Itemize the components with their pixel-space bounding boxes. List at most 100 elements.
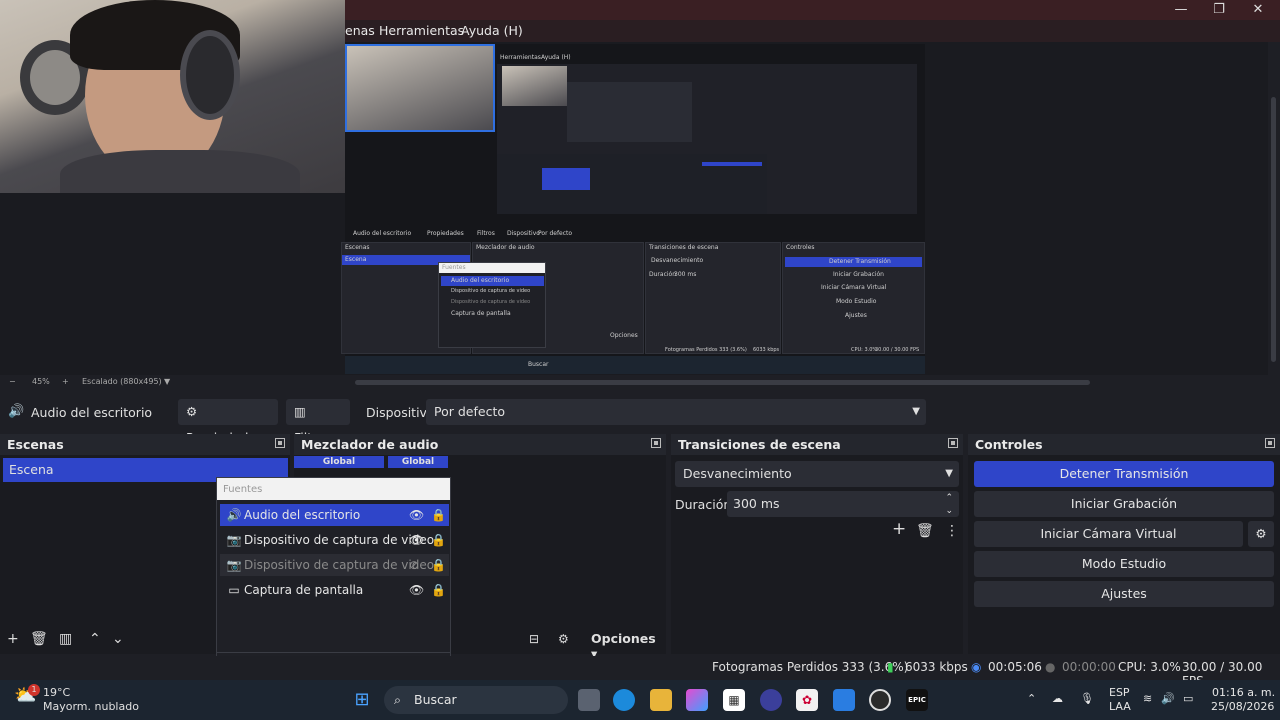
source-item[interactable]: 📷 Dispositivo de captura de video ⊘ 🔒 [220, 554, 449, 576]
properties-button[interactable]: ⚙ Propiedades [178, 399, 278, 445]
wifi-icon[interactable]: ≋ [1143, 692, 1152, 705]
language-bottom[interactable]: LAA [1109, 700, 1131, 713]
context-source-name: Audio del escritorio [31, 405, 153, 420]
add-transition-icon[interactable]: + [892, 521, 906, 538]
gear-icon: ⚙ [186, 404, 198, 419]
transitions-title: Transiciones de escena [678, 437, 841, 452]
source-item[interactable]: ▭ Captura de pantalla 👁 🔒 [220, 579, 449, 601]
close-button[interactable]: ✕ [1243, 1, 1273, 19]
source-item[interactable]: 📷 Dispositivo de captura de video 👁 🔒 [220, 529, 449, 551]
lock-icon[interactable]: 🔒 [431, 579, 446, 601]
person-shirt [60, 150, 300, 193]
proton-vpn-icon[interactable] [760, 689, 782, 711]
copilot-icon[interactable] [686, 689, 708, 711]
windows-start-icon[interactable]: ⊞ [351, 689, 373, 711]
eye-icon[interactable]: 👁 [409, 579, 424, 601]
nested-device-value: Por defecto [538, 230, 573, 237]
settings-button[interactable]: Ajustes [974, 581, 1274, 607]
store-icon[interactable]: ▦ [723, 689, 745, 711]
monitor-icon: ▭ [228, 583, 240, 597]
add-scene-icon[interactable]: + [7, 631, 19, 647]
lock-icon[interactable]: 🔒 [431, 504, 446, 526]
chevron-down-icon: ▼ [912, 406, 920, 417]
source-item[interactable]: 🔊 Audio del escritorio 👁 🔒 [220, 504, 449, 526]
filters-button[interactable]: ▥ Filtros [286, 399, 350, 445]
stream-time: 00:05:06 [988, 660, 1042, 674]
nested-scenes-title: Escenas [345, 244, 370, 251]
preview-horizontal-scrollbar[interactable] [355, 380, 1090, 385]
speaker-icon: 🔊 [8, 404, 25, 419]
undock-icon[interactable] [1265, 438, 1275, 448]
device-label: Dispositivo [366, 405, 435, 420]
menu-tools[interactable]: Herramientas [379, 23, 464, 38]
nested-duration: Duración [649, 271, 677, 278]
scaling-label[interactable]: Escalado (880x495) [82, 377, 162, 386]
file-explorer-icon[interactable] [650, 689, 672, 711]
more-options-icon[interactable]: ⋮ [945, 523, 959, 539]
settings-app-icon[interactable]: ✿ [796, 689, 818, 711]
menu-help[interactable]: Ayuda (H) [461, 23, 523, 38]
options-label: Opciones [591, 631, 656, 646]
mixer-channel-label: Global [388, 456, 448, 468]
eye-icon[interactable]: 👁 [409, 529, 424, 551]
nested-src-2: Dispositivo de captura de video [451, 288, 531, 294]
lock-icon[interactable]: 🔒 [431, 529, 446, 551]
undock-icon[interactable] [275, 438, 285, 448]
task-view-icon[interactable] [578, 689, 600, 711]
volume-icon[interactable]: 🔊 [1161, 692, 1175, 705]
scene-filter-icon[interactable]: ▥ [59, 631, 72, 647]
taskbar-search[interactable]: ⌕ Buscar [384, 686, 568, 714]
start-recording-button[interactable]: Iniciar Grabación [974, 491, 1274, 517]
nested-inner-sources [542, 168, 590, 190]
transition-select[interactable]: Desvanecimiento ▼ [675, 461, 959, 487]
device-select[interactable]: Por defecto ▼ [426, 399, 926, 425]
maximize-button[interactable]: ❐ [1204, 1, 1234, 19]
nested-controls-title: Controles [786, 244, 815, 251]
nested-src-4: Captura de pantalla [451, 310, 511, 317]
eye-icon[interactable]: 👁 [409, 504, 424, 526]
studio-mode-button[interactable]: Modo Estudio [974, 551, 1274, 577]
nested-menu-help: Ayuda (H) [541, 54, 571, 61]
search-label: Buscar [414, 692, 457, 707]
zoom-out-button[interactable]: − [9, 377, 16, 386]
stop-stream-button[interactable]: Detener Transmisión [974, 461, 1274, 487]
tray-expand-icon[interactable]: ⌃ [1027, 692, 1036, 705]
virtual-camera-settings-icon[interactable]: ⚙ [1248, 521, 1274, 547]
start-virtual-camera-button[interactable]: Iniciar Cámara Virtual [974, 521, 1243, 547]
source-label: Captura de pantalla [244, 583, 364, 597]
nested-cpu: CPU: 3.0% [851, 347, 878, 353]
stepper-down-icon[interactable]: ⌄ [945, 498, 953, 524]
obs-icon[interactable] [869, 689, 891, 711]
scaling-dropdown-icon[interactable]: ▼ [164, 377, 170, 386]
nested-menu-tools: Herramientas [500, 54, 541, 61]
trash-icon[interactable]: 🗑 [916, 523, 934, 539]
clock-date[interactable]: 25/08/2026 [1211, 700, 1274, 713]
eye-hidden-icon[interactable]: ⊘ [409, 554, 419, 576]
menu-scenes[interactable]: enas [345, 23, 375, 38]
zoom-level: 45% [32, 377, 50, 386]
layout-icon[interactable]: ⊟ [529, 631, 539, 647]
lock-icon[interactable]: 🔒 [431, 554, 446, 576]
clock-time[interactable]: 01:16 a. m. [1212, 686, 1275, 699]
context-bar: 🔊 Audio del escritorio ⚙ Propiedades ▥ F… [0, 396, 1280, 445]
transitions-dock: Transiciones de escena Desvanecimiento ▼… [671, 434, 963, 654]
move-up-icon[interactable]: ⌃ [89, 631, 101, 647]
microphone-icon[interactable]: 🎙 [1080, 692, 1094, 705]
battery-icon[interactable]: ▭ [1183, 692, 1193, 705]
mixer-settings-icon[interactable]: ⚙ [558, 631, 569, 647]
nested-search: Buscar [528, 361, 549, 368]
language-top[interactable]: ESP [1109, 686, 1130, 699]
preview-vertical-scrollbar[interactable] [1268, 42, 1280, 375]
nested-properties: Propiedades [427, 230, 464, 237]
undock-icon[interactable] [948, 438, 958, 448]
edge-icon[interactable] [613, 689, 635, 711]
outlook-icon[interactable] [833, 689, 855, 711]
zoom-in-button[interactable]: + [62, 377, 69, 386]
move-down-icon[interactable]: ⌄ [112, 631, 124, 647]
trash-icon[interactable]: 🗑 [30, 631, 48, 647]
epic-games-icon[interactable]: EPIC [906, 689, 928, 711]
undock-icon[interactable] [651, 438, 661, 448]
onedrive-icon[interactable]: ☁ [1052, 692, 1063, 705]
duration-input[interactable]: 300 ms ⌃ ⌄ [727, 491, 959, 517]
minimize-button[interactable]: — [1166, 1, 1196, 19]
